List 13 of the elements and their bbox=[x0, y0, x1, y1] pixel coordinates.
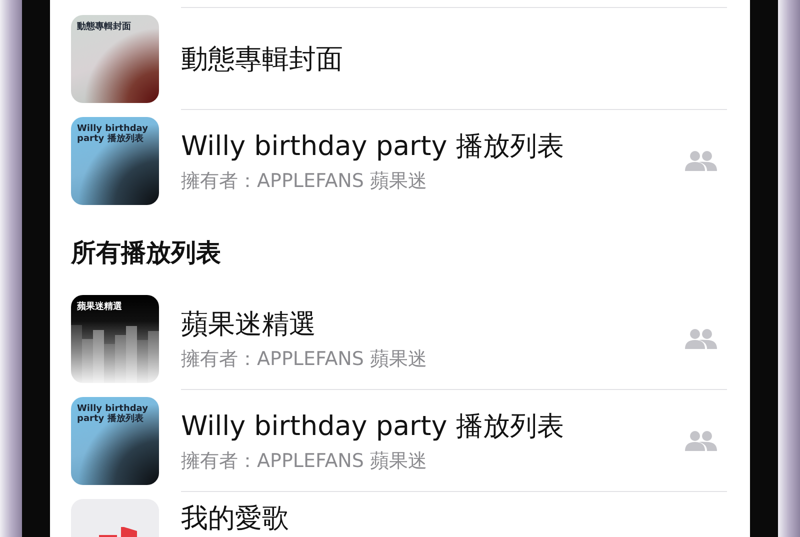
playlist-title[interactable]: 動態專輯封面 bbox=[181, 40, 727, 76]
artwork-label: 動態專輯封面 bbox=[77, 22, 132, 32]
playlist-title[interactable]: 蘋果迷精選 bbox=[181, 306, 684, 342]
artwork-label: Willy birthday party 播放列表 bbox=[77, 404, 149, 425]
playlist-title[interactable]: Willy birthday party 播放列表 bbox=[181, 408, 684, 444]
playlist-owner: 擁有者：APPLEFANS 蘋果迷 bbox=[181, 448, 428, 474]
section-heading: 所有播放列表 bbox=[71, 237, 222, 269]
artwork-label: Willy birthday party 播放列表 bbox=[77, 124, 149, 145]
playlist-owner: 擁有者：APPLEFANS 蘋果迷 bbox=[181, 346, 428, 372]
playlist-title[interactable]: 我的愛歌 bbox=[181, 500, 727, 536]
playlist-owner: 擁有者：APPLEFANS 蘋果迷 bbox=[181, 169, 428, 194]
artwork-label: 蘋果迷精選 bbox=[77, 302, 123, 312]
playlist-title[interactable]: Willy birthday party 播放列表 bbox=[181, 128, 684, 164]
